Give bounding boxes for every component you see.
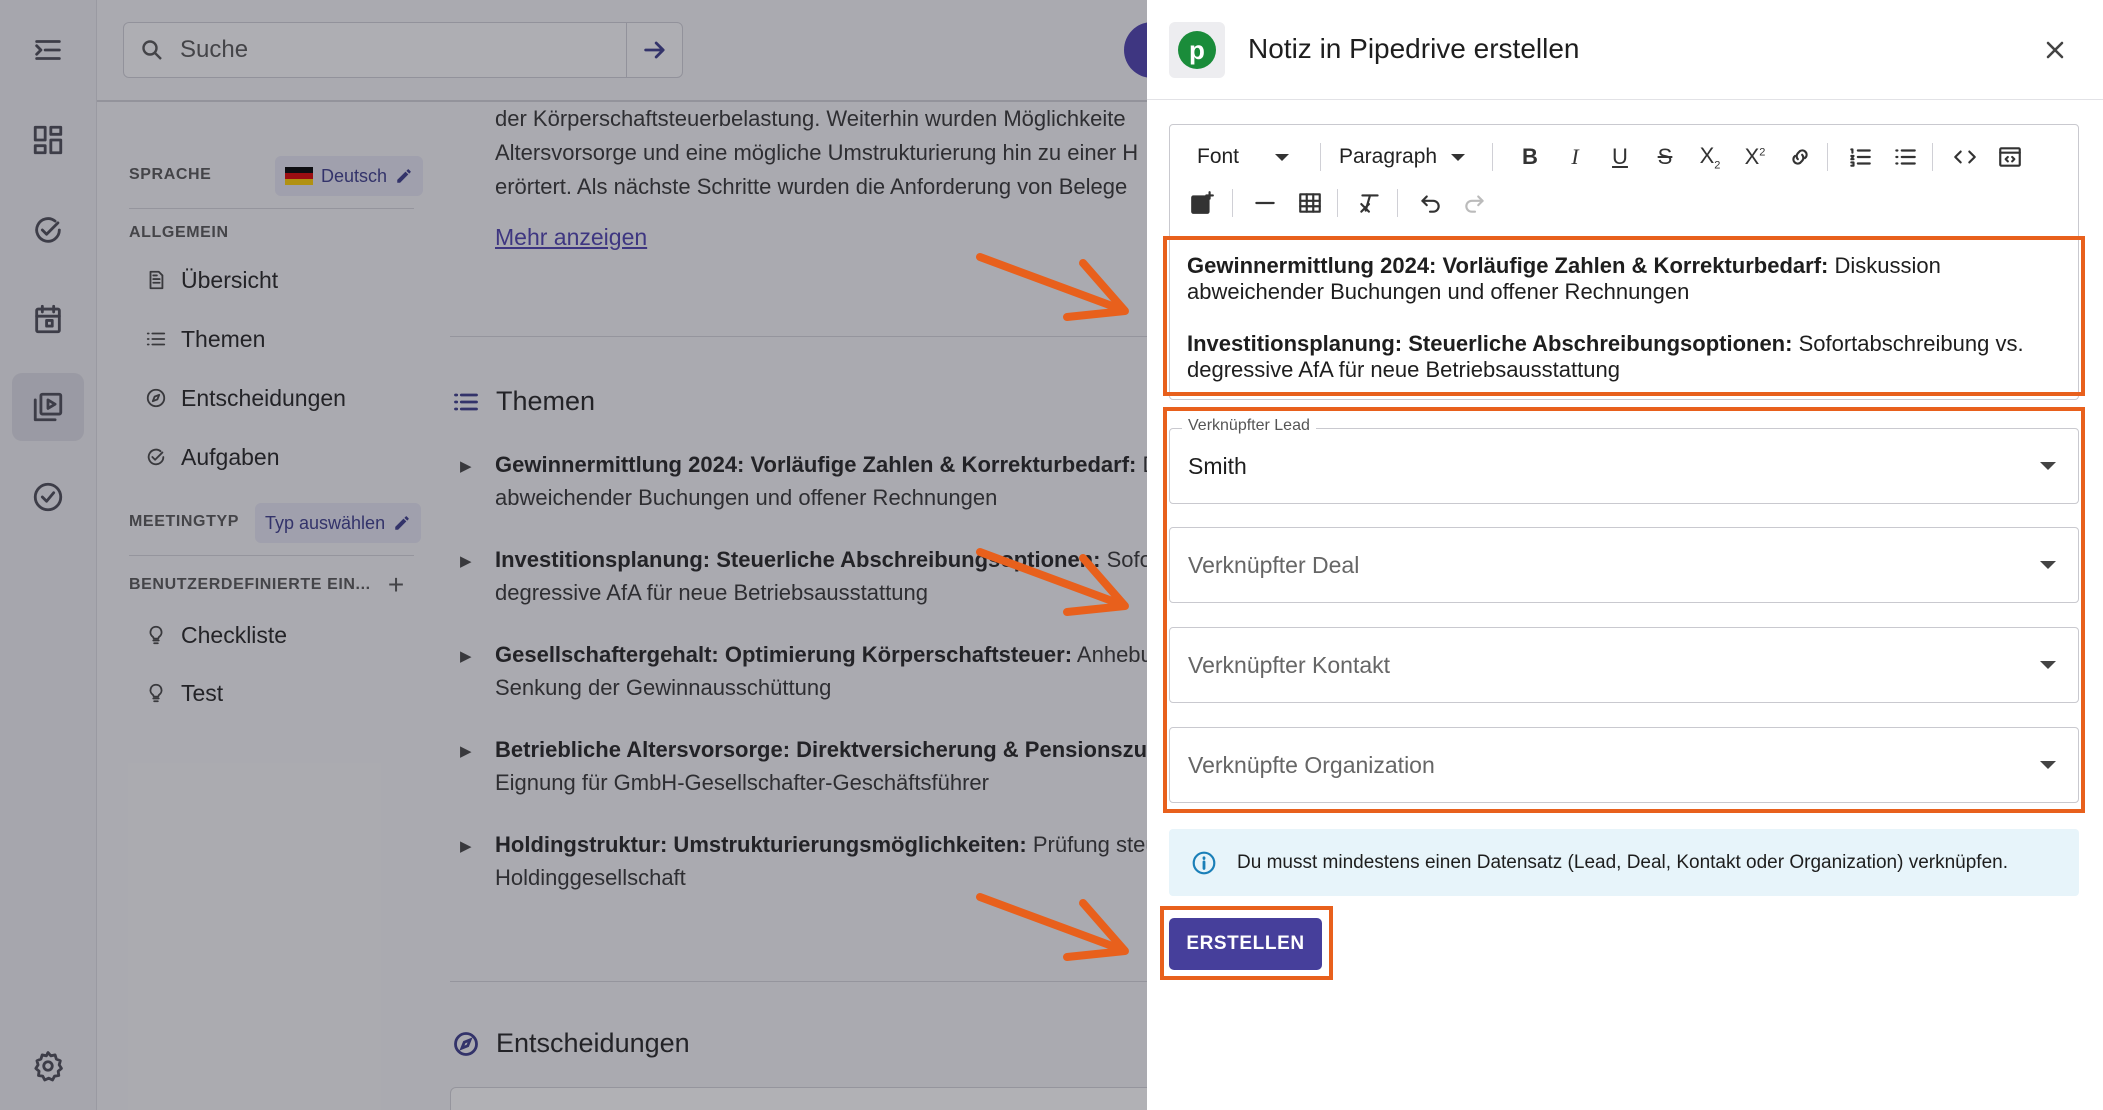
horizontal-line-icon — [1255, 201, 1275, 205]
table-icon — [1299, 193, 1321, 213]
insert-image-button[interactable] — [1184, 185, 1220, 221]
italic-button[interactable]: I — [1557, 139, 1593, 175]
font-dropdown-label: Font — [1197, 145, 1240, 168]
add-image-icon — [1191, 191, 1214, 214]
table-button[interactable] — [1292, 185, 1328, 221]
horizontal-rule-button[interactable] — [1247, 185, 1283, 221]
highlight-box-create — [1160, 906, 1333, 980]
subscript-button[interactable]: X2 — [1692, 139, 1728, 175]
undo-icon — [1421, 195, 1440, 213]
toolbar-divider — [1827, 143, 1828, 171]
code-icon — [1954, 150, 1976, 164]
link-button[interactable] — [1782, 139, 1818, 175]
redo-button[interactable] — [1457, 185, 1493, 221]
toolbar-divider — [1932, 143, 1933, 171]
toolbar-divider — [1320, 143, 1321, 171]
toolbar-divider — [1397, 189, 1398, 217]
caret-down-icon — [1451, 153, 1466, 161]
bold-icon: B — [1522, 144, 1538, 169]
strikethrough-icon: S — [1657, 144, 1673, 169]
code-block-icon — [1999, 147, 2021, 167]
underline-button[interactable]: U — [1602, 139, 1638, 175]
paragraph-dropdown[interactable]: Paragraph — [1339, 139, 1466, 175]
close-button[interactable] — [2037, 32, 2073, 68]
toolbar-divider — [1492, 143, 1493, 171]
annotation-arrow-icon — [976, 548, 1129, 616]
redo-icon — [1465, 195, 1484, 213]
annotation-arrow-icon — [976, 893, 1129, 961]
superscript-button[interactable]: X2 — [1737, 139, 1773, 175]
highlight-box-editor — [1163, 236, 2085, 396]
ordered-list-button[interactable] — [1842, 139, 1878, 175]
bold-button[interactable]: B — [1512, 139, 1548, 175]
font-dropdown[interactable]: Font — [1197, 139, 1290, 175]
caret-down-icon — [1275, 153, 1290, 161]
info-icon — [1192, 851, 1216, 874]
subscript-icon: X2 — [1699, 142, 1721, 172]
clear-format-button[interactable] — [1352, 185, 1388, 221]
pipedrive-logo-letter: p — [1178, 31, 1216, 69]
info-alert-text: Du musst mindestens einen Datensatz (Lea… — [1237, 851, 2008, 873]
clear-format-icon — [1360, 194, 1379, 213]
close-icon — [2046, 41, 2064, 59]
drawer-title: Notiz in Pipedrive erstellen — [1248, 33, 1580, 64]
strikethrough-button[interactable]: S — [1647, 139, 1683, 175]
toolbar-divider — [1232, 189, 1233, 217]
toolbar-divider — [1337, 189, 1338, 217]
editor-toolbar: Font Paragraph B I U S X2 X2 — [1170, 125, 2078, 237]
code-button[interactable] — [1947, 139, 1983, 175]
highlight-box-fields — [1163, 407, 2085, 813]
link-icon — [1792, 149, 1808, 165]
underline-icon: U — [1612, 144, 1628, 169]
drawer-header: p Notiz in Pipedrive erstellen — [1147, 0, 2103, 100]
pipedrive-logo: p — [1169, 22, 1225, 78]
superscript-icon: X2 — [1744, 144, 1766, 169]
undo-button[interactable] — [1412, 185, 1448, 221]
bullet-list-button[interactable] — [1887, 139, 1923, 175]
code-block-button[interactable] — [1992, 139, 2028, 175]
italic-icon: I — [1571, 144, 1579, 169]
bullet-list-icon — [1895, 149, 1916, 165]
numbered-list-icon — [1850, 148, 1871, 167]
paragraph-dropdown-label: Paragraph — [1339, 145, 1438, 168]
annotation-arrow-icon — [976, 253, 1129, 321]
info-alert: Du musst mindestens einen Datensatz (Lea… — [1169, 829, 2079, 896]
